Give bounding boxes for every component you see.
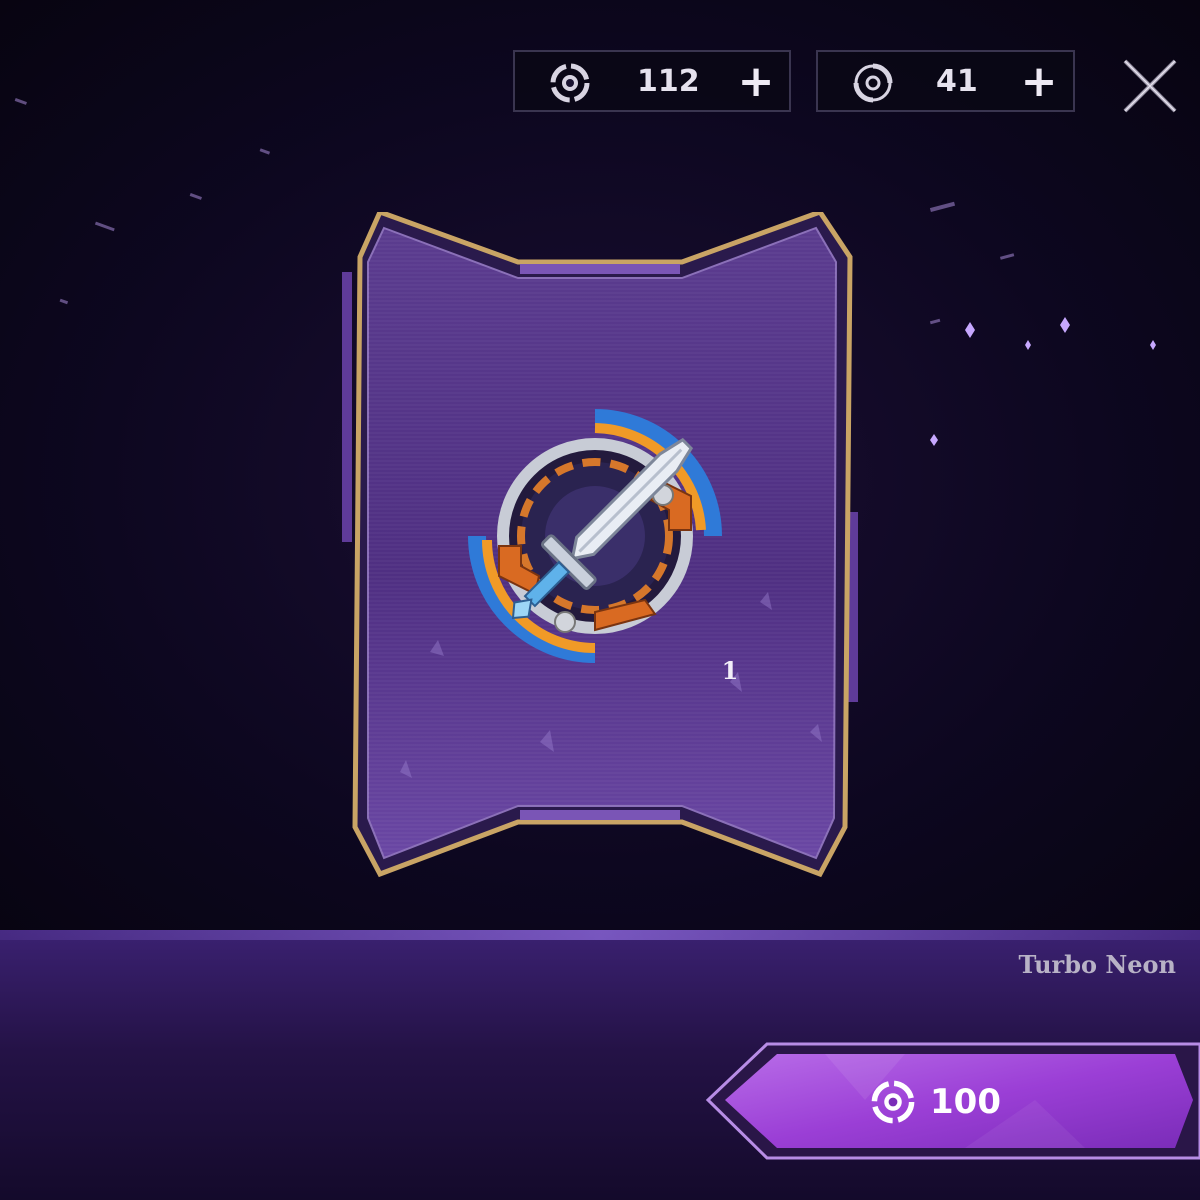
token-icon xyxy=(871,1080,915,1124)
tokens-amount: 112 xyxy=(637,64,700,99)
item-count: 1 xyxy=(721,656,739,685)
currency-tokens: 112 + xyxy=(513,50,791,112)
currency-essence: 41 + xyxy=(816,50,1075,112)
essence-amount: 41 xyxy=(936,64,978,99)
close-icon[interactable] xyxy=(1117,53,1183,119)
item-name: Turbo Neon xyxy=(1018,950,1176,979)
floor-sheen xyxy=(0,930,1200,940)
sword-emblem-icon xyxy=(468,409,722,663)
purchase-price: 100 xyxy=(870,1078,1001,1126)
scene: 112 + 41 + 1 Turbo Neon 100 xyxy=(0,0,1200,1200)
swirl-icon xyxy=(853,63,893,103)
token-icon xyxy=(550,63,590,103)
purchase-price-label: 100 xyxy=(930,1082,1001,1122)
add-essence-button[interactable]: + xyxy=(1014,52,1064,114)
add-tokens-button[interactable]: + xyxy=(731,52,781,114)
